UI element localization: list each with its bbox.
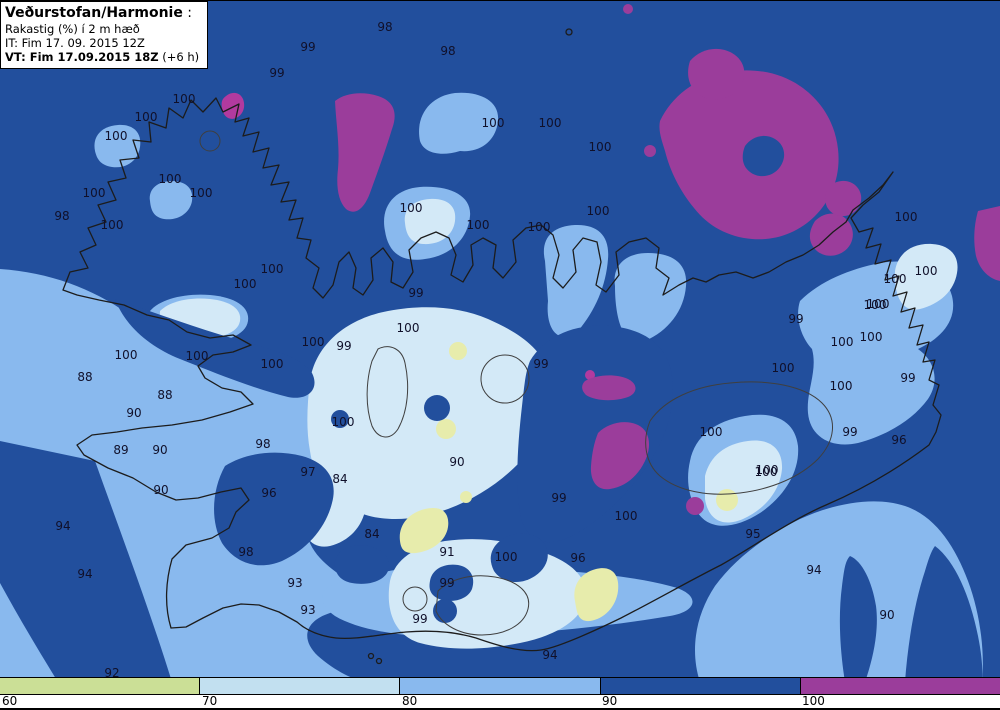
map-value-label: 100 (587, 204, 610, 218)
map-value-label: 99 (842, 425, 857, 439)
map-value-label: 100 (830, 379, 853, 393)
map-value-label: 100 (261, 262, 284, 276)
map-value-label: 100 (105, 129, 128, 143)
map-value-label: 93 (300, 603, 315, 617)
model-title: Veðurstofan/Harmonie : (5, 5, 193, 21)
map-value-label: 100 (173, 92, 196, 106)
legend-band-80-90 (400, 678, 601, 694)
map-value-label: 100 (589, 140, 612, 154)
map-value-label: 98 (238, 545, 253, 559)
map-value-label: 96 (570, 551, 585, 565)
map-value-label: 99 (900, 371, 915, 385)
map-value-label: 98 (440, 44, 455, 58)
parameter-line: Rakastig (%) í 2 m hæð (5, 22, 140, 37)
legend-tick-label: 80 (402, 694, 418, 708)
map-value-label: 100 (234, 277, 257, 291)
map-value-label: 100 (467, 218, 490, 232)
legend-band-90-100 (600, 678, 801, 694)
legend-tick-label: 60 (2, 694, 18, 708)
map-value-label: 100 (397, 321, 420, 335)
map-value-label: 90 (879, 608, 894, 622)
legend-band-70-80 (200, 678, 401, 694)
legend-band-100+ (800, 678, 1000, 694)
map-value-label: 90 (126, 406, 141, 420)
map-value-label: 100 (539, 116, 562, 130)
map-value-label: 97 (300, 465, 315, 479)
legend-tick-label: 100 (802, 694, 825, 708)
map-value-label: 88 (157, 388, 172, 402)
map-value-label: 100 (615, 509, 638, 523)
legend-tick-label: 70 (202, 694, 218, 708)
map-value-label: 100 (884, 272, 907, 286)
map-value-label: 90 (449, 455, 464, 469)
title-box: Veðurstofan/Harmonie : Rakastig (%) í 2 … (0, 1, 209, 70)
map-value-label: 100 (101, 218, 124, 232)
init-time-line: IT: Fim 17. 09. 2015 12Z (5, 36, 145, 51)
weather-map-frame: 98 99 98 98 99 100 100 100 100 100 100 98 100 100 100 1… (0, 0, 1000, 710)
legend-band-60-70 (0, 678, 201, 694)
map-value-label: 99 (408, 286, 423, 300)
map-value-label: 100 (186, 349, 209, 363)
map-value-label: 100 (261, 357, 284, 371)
humidity-legend: 60 70 80 90 100 (0, 677, 1000, 708)
map-value-label: 99 (533, 357, 548, 371)
map-value-label: 94 (806, 563, 821, 577)
map-value-label: 88 (77, 370, 92, 384)
map-value-label: 100 (700, 425, 723, 439)
map-value-label: 99 (300, 40, 315, 54)
map-value-label: 99 (336, 339, 351, 353)
map-value-label: 98 (255, 437, 270, 451)
map-value-label: 100 (528, 220, 551, 234)
legend-tick-label: 90 (602, 694, 618, 708)
legend-tick-labels: 60 70 80 90 100 (0, 694, 1000, 708)
map-value-label: 95 (745, 527, 760, 541)
map-value-label: 89 (113, 443, 128, 457)
map-value-label: 99 (269, 66, 284, 80)
map-value-label: 90 (153, 483, 168, 497)
map-value-label: 100 (190, 186, 213, 200)
map-value-label: 100 (302, 335, 325, 349)
map-value-label: 90 (152, 443, 167, 457)
map-value-label: 100 (332, 415, 355, 429)
map-value-label: 99 (439, 576, 454, 590)
map-value-label: 84 (364, 527, 379, 541)
map-value-label: 100 (831, 335, 854, 349)
map-value-label: 96 (891, 433, 906, 447)
map-value-label: 100 (756, 463, 779, 477)
map-value-label: 91 (439, 545, 454, 559)
map-value-label: 94 (55, 519, 70, 533)
map-value-label: 100 (135, 110, 158, 124)
map-value-label: 98 (54, 209, 69, 223)
map-value-label: 94 (77, 567, 92, 581)
map-value-label: 100 (915, 264, 938, 278)
map-value-label: 100 (83, 186, 106, 200)
map-value-label: 100 (772, 361, 795, 375)
map-value-label: 100 (864, 298, 887, 312)
map-value-label: 100 (482, 116, 505, 130)
map-value-label: 94 (542, 648, 557, 662)
map-value-label: 100 (895, 210, 918, 224)
map-value-label: 100 (159, 172, 182, 186)
map-value-label: 98 (377, 20, 392, 34)
map-value-label: 100 (115, 348, 138, 362)
map-value-label: 99 (551, 491, 566, 505)
valid-time-line: VT: Fim 17.09.2015 18Z (+6 h) (5, 50, 200, 65)
map-value-label: 100 (860, 330, 883, 344)
map-value-label: 96 (261, 486, 276, 500)
weather-map-svg: 98 99 98 98 99 100 100 100 100 100 100 98 100 100 100 1… (0, 1, 1000, 682)
map-value-label: 84 (332, 472, 347, 486)
map-value-label: 99 (412, 612, 427, 626)
map-value-label: 100 (495, 550, 518, 564)
map-value-label: 100 (400, 201, 423, 215)
legend-color-bar (0, 677, 1000, 695)
map-value-label: 99 (788, 312, 803, 326)
map-value-label: 93 (287, 576, 302, 590)
